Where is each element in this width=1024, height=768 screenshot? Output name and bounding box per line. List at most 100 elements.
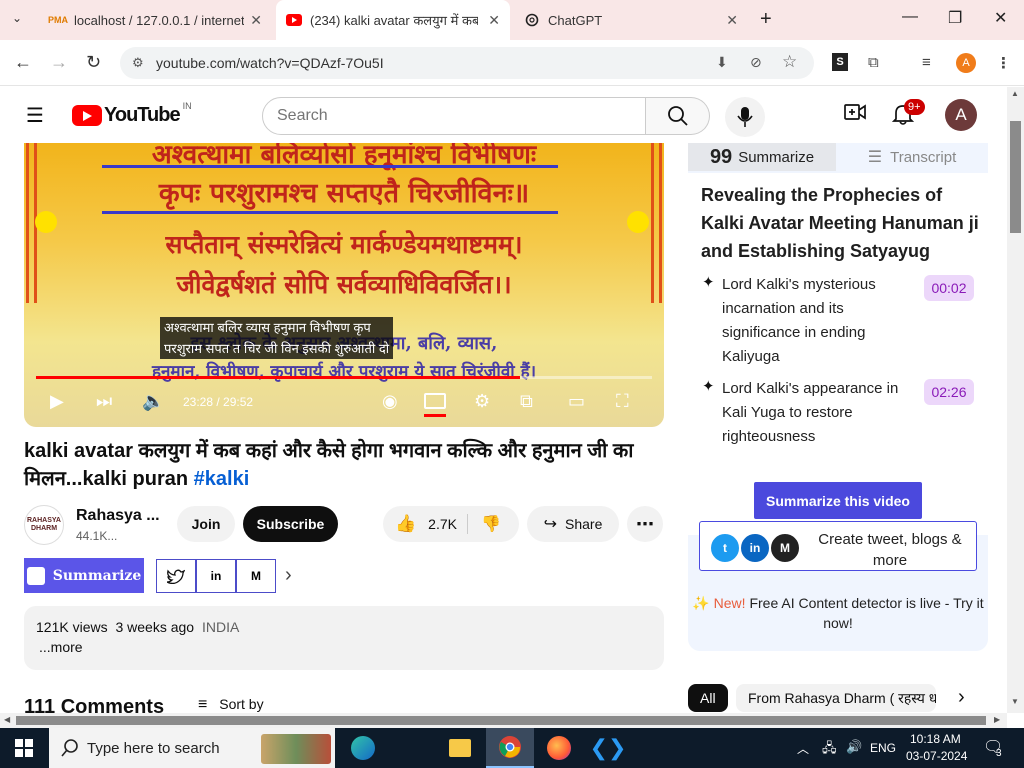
- search-box[interactable]: [262, 97, 646, 135]
- browser-tab-phpmyadmin[interactable]: PMA localhost / 127.0.0.1 / internetb ✕: [40, 0, 272, 40]
- browser-tab-chatgpt[interactable]: ChatGPT ✕: [514, 0, 748, 40]
- scroll-down-icon[interactable]: ▼: [1011, 697, 1019, 706]
- install-app-icon[interactable]: ⬇: [716, 54, 728, 71]
- medium-icon[interactable]: M: [769, 532, 801, 564]
- url-text[interactable]: youtube.com/watch?v=QDAzf-7Ou5I: [156, 55, 384, 71]
- horizontal-scroll-thumb[interactable]: [16, 716, 986, 725]
- subscribe-button[interactable]: Subscribe: [243, 506, 338, 542]
- twitter-icon[interactable]: [156, 559, 196, 593]
- search-input[interactable]: [263, 98, 645, 134]
- ai-detector-banner[interactable]: ✨ New! Free AI Content detector is live …: [688, 593, 988, 643]
- summarize-button[interactable]: Summarize: [24, 558, 144, 593]
- panel-tabs: 99 Summarize ☰ Transcript: [688, 143, 988, 171]
- back-icon[interactable]: ←: [14, 52, 32, 73]
- language-indicator[interactable]: ENG: [870, 741, 896, 755]
- close-tab-icon[interactable]: ✕: [250, 12, 262, 29]
- share-button[interactable]: ↪ Share: [527, 506, 619, 542]
- linkedin-icon[interactable]: in: [739, 532, 771, 564]
- address-bar[interactable]: ⚙ youtube.com/watch?v=QDAzf-7Ou5I ⬇ ⊘ ☆: [120, 47, 814, 79]
- scroll-right-icon[interactable]: ▶: [994, 715, 1000, 724]
- play-icon[interactable]: ▶: [50, 391, 64, 412]
- dislike-icon[interactable]: 👎: [481, 514, 501, 534]
- vertical-scroll-thumb[interactable]: [1010, 121, 1021, 233]
- tray-expand-icon[interactable]: ︿: [797, 740, 809, 757]
- horizontal-scrollbar[interactable]: ◀ ▶: [0, 713, 1007, 728]
- chatgpt-icon: [524, 12, 540, 28]
- vscode-icon[interactable]: ❮❯: [584, 728, 632, 768]
- chip-from-channel[interactable]: From Rahasya Dharm ( रहस्य धर्म ): [736, 684, 936, 712]
- extensions-puzzle-icon[interactable]: ⧉: [868, 54, 879, 71]
- firefox-icon[interactable]: [535, 728, 583, 768]
- close-window-icon[interactable]: ✕: [994, 8, 1007, 28]
- channel-avatar[interactable]: RAHASYA DHARM: [24, 505, 64, 545]
- search-button[interactable]: [646, 97, 710, 135]
- clock-time[interactable]: 10:18 AM: [910, 732, 961, 746]
- scroll-left-icon[interactable]: ◀: [4, 715, 10, 724]
- reload-icon[interactable]: ↻: [86, 52, 101, 73]
- create-video-icon[interactable]: [844, 101, 866, 128]
- new-tab-button[interactable]: +: [760, 8, 772, 31]
- browser-menu-icon[interactable]: ⋮: [996, 54, 1011, 72]
- tab-search-chevron-icon[interactable]: ⌄: [12, 11, 22, 25]
- browser-tab-youtube[interactable]: (234) kalki avatar कलयुग में कब क ✕: [276, 0, 510, 40]
- timestamp-link[interactable]: 02:26: [924, 379, 974, 405]
- show-more-link[interactable]: ...more: [39, 639, 83, 655]
- next-video-icon[interactable]: ⏭: [96, 391, 112, 412]
- windows-start-icon[interactable]: [15, 739, 33, 762]
- volume-icon[interactable]: 🔈: [142, 391, 164, 412]
- theater-mode-icon[interactable]: ▭: [568, 391, 585, 412]
- channel-name[interactable]: Rahasya ...: [76, 507, 160, 525]
- forward-icon[interactable]: →: [50, 52, 68, 73]
- bookmark-star-icon[interactable]: ☆: [782, 52, 797, 72]
- chips-next-chevron-icon[interactable]: ›: [958, 686, 965, 709]
- progress-bar[interactable]: [36, 376, 652, 379]
- more-actions-icon[interactable]: ⋯: [627, 506, 663, 542]
- miniplayer-icon[interactable]: ⧉: [520, 391, 533, 412]
- taskbar-search-box[interactable]: Type here to search: [49, 728, 335, 768]
- like-icon[interactable]: 👍: [395, 514, 416, 534]
- extension-s-icon[interactable]: S: [832, 53, 848, 71]
- location-tag[interactable]: INDIA: [202, 619, 239, 635]
- twitter-icon[interactable]: t: [709, 532, 741, 564]
- settings-gear-icon[interactable]: ⚙: [474, 391, 490, 412]
- site-settings-icon[interactable]: ⚙: [132, 55, 144, 71]
- sort-comments-button[interactable]: ≡ Sort by: [198, 696, 264, 714]
- create-content-box[interactable]: t in M Create tweet, blogs & more: [699, 521, 977, 571]
- summarize-this-video-button[interactable]: Summarize this video: [754, 482, 922, 519]
- chevron-right-icon[interactable]: ›: [285, 564, 292, 587]
- scroll-up-icon[interactable]: ▲: [1011, 89, 1019, 98]
- chrome-taskbar-icon[interactable]: [486, 728, 534, 768]
- hamburger-menu-icon[interactable]: ☰: [26, 103, 44, 128]
- youtube-logo[interactable]: YouTube IN: [72, 101, 192, 127]
- tracking-protection-icon[interactable]: ⊘: [750, 54, 762, 71]
- media-control-icon[interactable]: ≡: [922, 54, 931, 71]
- linkedin-icon[interactable]: in: [196, 559, 236, 593]
- minimize-icon[interactable]: —: [902, 8, 918, 26]
- like-count[interactable]: 2.7K: [428, 516, 457, 532]
- vertical-scrollbar[interactable]: ▲ ▼: [1007, 87, 1024, 713]
- voice-search-button[interactable]: [725, 97, 765, 137]
- subtitles-icon[interactable]: [424, 393, 446, 409]
- close-tab-icon[interactable]: ✕: [726, 12, 738, 29]
- chip-all[interactable]: All: [688, 684, 728, 712]
- clock-date[interactable]: 03-07-2024: [906, 749, 967, 763]
- join-button[interactable]: Join: [177, 506, 235, 542]
- speaker-icon[interactable]: 🔊: [846, 739, 862, 755]
- tab-transcript[interactable]: ☰ Transcript: [836, 143, 988, 171]
- tab-summarize[interactable]: 99 Summarize: [688, 143, 836, 171]
- hashtag-link[interactable]: #kalki: [194, 468, 250, 490]
- timestamp-link[interactable]: 00:02: [924, 275, 974, 301]
- account-avatar[interactable]: A: [945, 99, 977, 131]
- medium-icon[interactable]: M: [236, 559, 276, 593]
- video-player[interactable]: अश्वत्थामा बलिर्व्यासो हनूमांश्च विभीषणः…: [24, 143, 664, 427]
- restore-icon[interactable]: ❐: [948, 8, 962, 28]
- description-box[interactable]: 121K views 3 weeks ago INDIA ...more: [24, 606, 664, 670]
- summary-title: Revealing the Prophecies of Kalki Avatar…: [701, 185, 979, 261]
- close-tab-icon[interactable]: ✕: [488, 12, 500, 29]
- network-icon[interactable]: 🖧: [822, 739, 837, 761]
- autoplay-toggle-icon[interactable]: ◉: [382, 391, 398, 412]
- xampp-icon[interactable]: [363, 728, 411, 768]
- file-explorer-icon[interactable]: [436, 728, 484, 768]
- fullscreen-icon[interactable]: ⛶: [616, 391, 629, 412]
- profile-avatar[interactable]: A: [956, 53, 976, 73]
